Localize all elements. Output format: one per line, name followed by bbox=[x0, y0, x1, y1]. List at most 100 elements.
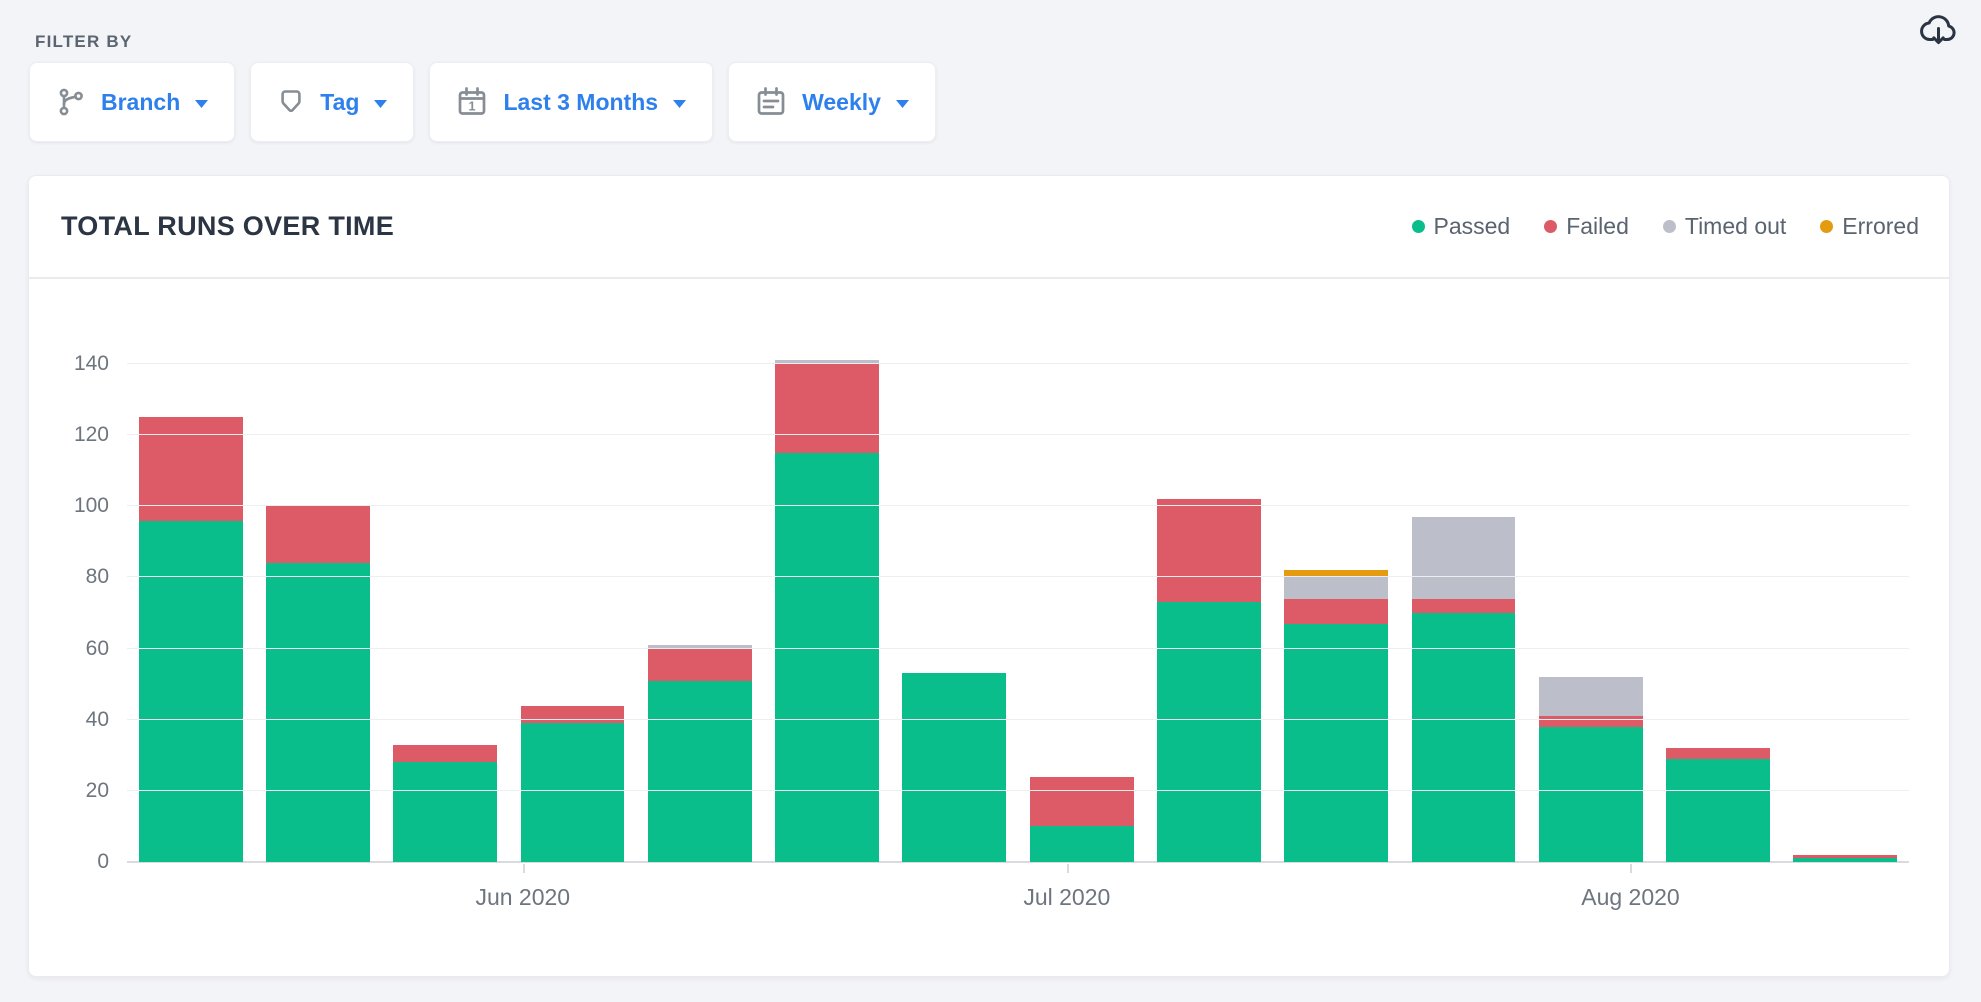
y-axis-label-20: 20 bbox=[49, 780, 109, 802]
granularity-filter-label: Weekly bbox=[802, 89, 881, 116]
x-axis-tick-aug-2020 bbox=[1630, 864, 1632, 873]
cloud-download-icon bbox=[1917, 12, 1959, 51]
bar-passed-jul-5[interactable] bbox=[1157, 602, 1261, 862]
bar-passed-jun-14[interactable] bbox=[775, 453, 879, 862]
bar-bands bbox=[127, 364, 1909, 862]
bar-passed-aug-2[interactable] bbox=[1666, 759, 1770, 862]
y-axis-label-0: 0 bbox=[49, 851, 109, 873]
bar-failed-jul-19[interactable] bbox=[1412, 599, 1516, 613]
week-band-aug-9 bbox=[1782, 364, 1909, 862]
y-axis-label-140: 140 bbox=[49, 353, 109, 375]
bar-passed-jun-21[interactable] bbox=[902, 673, 1006, 862]
bar-passed-jul-19[interactable] bbox=[1412, 613, 1516, 862]
card-title: TOTAL RUNS OVER TIME bbox=[61, 211, 394, 242]
y-axis-label-40: 40 bbox=[49, 709, 109, 731]
legend-item-passed[interactable]: Passed bbox=[1412, 213, 1511, 240]
chart-legend: Passed Failed Timed out Errored bbox=[1412, 213, 1920, 240]
bar-passed-jun-7[interactable] bbox=[648, 681, 752, 862]
bar-failed-aug-9[interactable] bbox=[1793, 855, 1897, 859]
svg-text:1: 1 bbox=[469, 100, 476, 114]
week-band-may-10 bbox=[127, 364, 254, 862]
branch-filter-button[interactable]: Branch bbox=[29, 62, 235, 142]
bar-failed-aug-2[interactable] bbox=[1666, 748, 1770, 759]
stacked-bar-plot: 020406080100120140Jun 2020Jul 2020Aug 20… bbox=[127, 364, 1909, 862]
chevron-down-icon bbox=[673, 96, 686, 111]
bar-passed-may-31[interactable] bbox=[521, 723, 625, 862]
bar-timed-out-jul-12[interactable] bbox=[1284, 577, 1388, 598]
download-report-button[interactable] bbox=[1915, 10, 1961, 52]
bar-failed-may-17[interactable] bbox=[266, 506, 370, 563]
legend-item-errored[interactable]: Errored bbox=[1820, 213, 1919, 240]
calendar-weekly-icon bbox=[755, 86, 787, 118]
legend-item-timed-out[interactable]: Timed out bbox=[1663, 213, 1786, 240]
gridline-40 bbox=[127, 719, 1909, 720]
gridline-120 bbox=[127, 434, 1909, 435]
bar-passed-jun-28[interactable] bbox=[1030, 826, 1134, 862]
git-branch-icon bbox=[56, 87, 86, 117]
passed-dot-icon bbox=[1412, 220, 1425, 233]
week-band-jul-5 bbox=[1145, 364, 1272, 862]
y-axis-label-60: 60 bbox=[49, 638, 109, 660]
x-axis-tick-jun-2020 bbox=[523, 864, 525, 873]
chart-area: 0 20 40 60 80 100 120 140 Jun 2020 Jul 2020 Aug 20… bbox=[29, 279, 1949, 976]
bar-timed-out-jul-19[interactable] bbox=[1412, 517, 1516, 599]
week-band-jul-12 bbox=[1273, 364, 1400, 862]
tag-filter-label: Tag bbox=[320, 89, 359, 116]
bar-failed-jun-14[interactable] bbox=[775, 364, 879, 453]
legend-label: Failed bbox=[1566, 213, 1629, 240]
legend-label: Timed out bbox=[1685, 213, 1786, 240]
branch-filter-label: Branch bbox=[101, 89, 180, 116]
gridline-80 bbox=[127, 576, 1909, 577]
timed-out-dot-icon bbox=[1663, 220, 1676, 233]
x-axis-label-aug-2020: Aug 2020 bbox=[1581, 884, 1679, 911]
date-range-filter-label: Last 3 Months bbox=[503, 89, 658, 116]
y-axis-label-120: 120 bbox=[49, 424, 109, 446]
week-band-jun-28 bbox=[1018, 364, 1145, 862]
gridline-140 bbox=[127, 363, 1909, 364]
gridline-20 bbox=[127, 790, 1909, 791]
gridline-100 bbox=[127, 505, 1909, 506]
bar-failed-jul-5[interactable] bbox=[1157, 499, 1261, 602]
week-band-may-17 bbox=[254, 364, 381, 862]
legend-label: Errored bbox=[1842, 213, 1919, 240]
week-band-may-24 bbox=[382, 364, 509, 862]
total-runs-card: TOTAL RUNS OVER TIME Passed Failed Timed… bbox=[28, 175, 1950, 977]
errored-dot-icon bbox=[1820, 220, 1833, 233]
failed-dot-icon bbox=[1544, 220, 1557, 233]
bar-failed-jul-12[interactable] bbox=[1284, 599, 1388, 624]
filter-bar: Branch Tag 1 Last 3 Months bbox=[29, 62, 936, 142]
week-band-aug-2 bbox=[1654, 364, 1781, 862]
bar-passed-jul-12[interactable] bbox=[1284, 624, 1388, 862]
bar-failed-may-31[interactable] bbox=[521, 706, 625, 724]
bar-passed-jul-26[interactable] bbox=[1539, 727, 1643, 862]
bar-passed-may-17[interactable] bbox=[266, 563, 370, 862]
x-axis-label-jun-2020: Jun 2020 bbox=[475, 884, 570, 911]
bar-failed-may-24[interactable] bbox=[393, 745, 497, 763]
week-band-jun-7 bbox=[636, 364, 763, 862]
bar-failed-jun-28[interactable] bbox=[1030, 777, 1134, 827]
tag-icon bbox=[277, 87, 305, 117]
bar-passed-may-10[interactable] bbox=[139, 521, 243, 862]
legend-item-failed[interactable]: Failed bbox=[1544, 213, 1629, 240]
date-range-filter-button[interactable]: 1 Last 3 Months bbox=[429, 62, 713, 142]
x-axis-tick-jul-2020 bbox=[1067, 864, 1069, 873]
week-band-jul-19 bbox=[1400, 364, 1527, 862]
filter-by-label: FILTER BY bbox=[35, 32, 132, 52]
tag-filter-button[interactable]: Tag bbox=[250, 62, 414, 142]
bar-passed-may-24[interactable] bbox=[393, 762, 497, 862]
x-axis-label-jul-2020: Jul 2020 bbox=[1023, 884, 1110, 911]
y-axis-label-80: 80 bbox=[49, 566, 109, 588]
bar-failed-jun-7[interactable] bbox=[648, 649, 752, 681]
calendar-date-icon: 1 bbox=[456, 86, 488, 118]
chevron-down-icon bbox=[195, 96, 208, 111]
gridline-0 bbox=[127, 861, 1909, 862]
gridline-60 bbox=[127, 648, 1909, 649]
granularity-filter-button[interactable]: Weekly bbox=[728, 62, 936, 142]
card-header: TOTAL RUNS OVER TIME Passed Failed Timed… bbox=[29, 176, 1949, 279]
legend-label: Passed bbox=[1434, 213, 1511, 240]
week-band-jun-14 bbox=[763, 364, 890, 862]
y-axis-label-100: 100 bbox=[49, 495, 109, 517]
week-band-jun-21 bbox=[891, 364, 1018, 862]
bar-timed-out-jul-26[interactable] bbox=[1539, 677, 1643, 716]
week-band-jul-26 bbox=[1527, 364, 1654, 862]
